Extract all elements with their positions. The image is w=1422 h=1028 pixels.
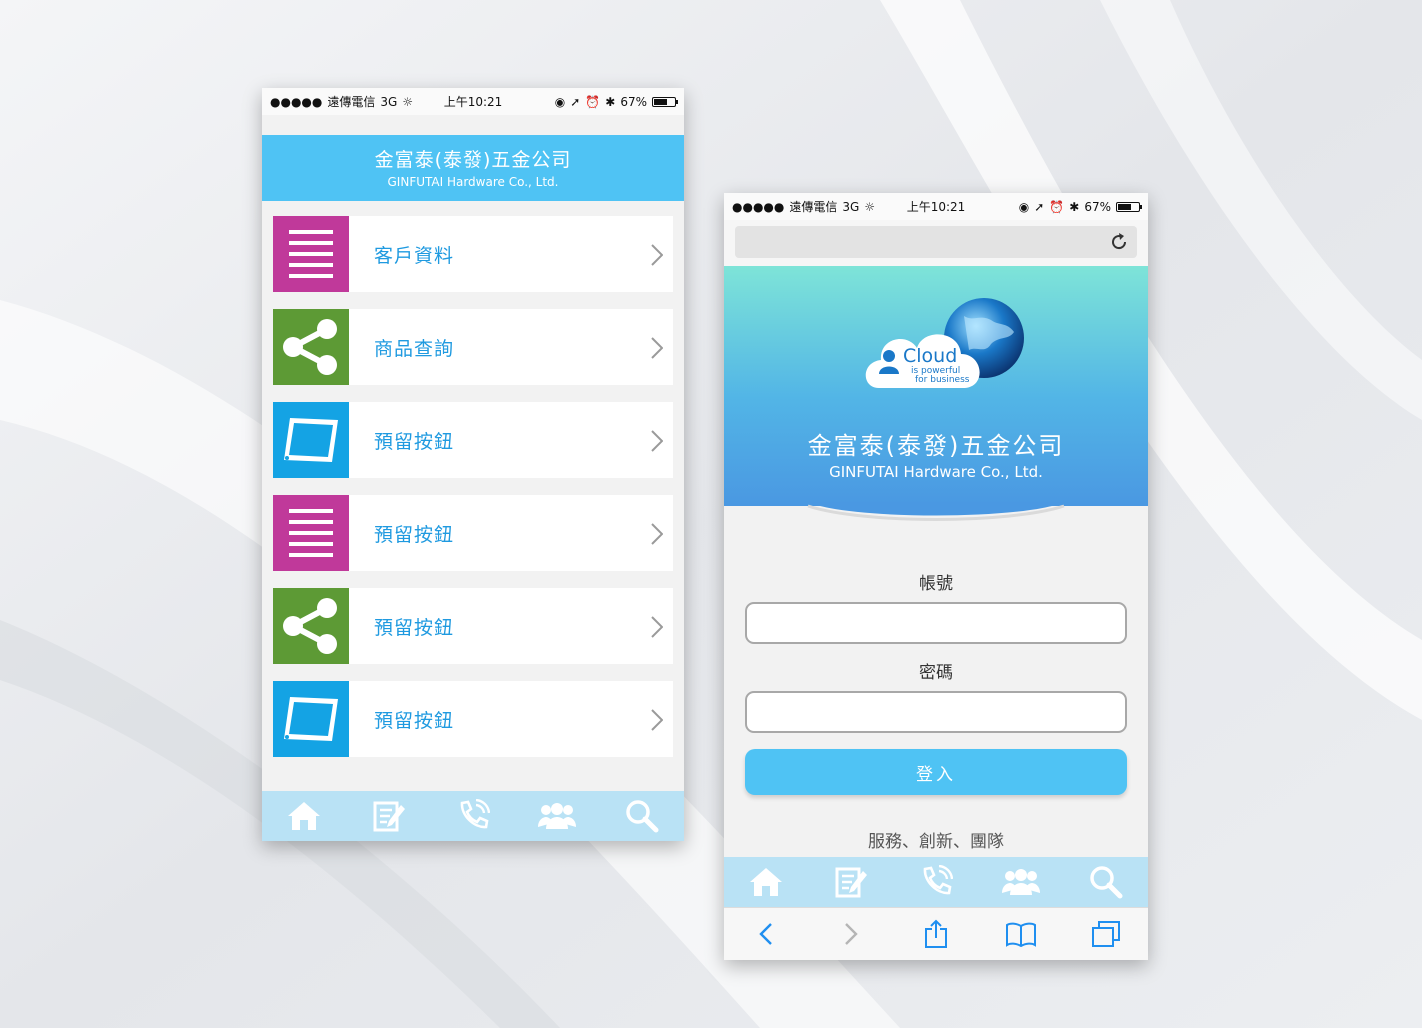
- carrier-name: 遠傳電信: [327, 95, 376, 109]
- phone-icon[interactable]: [916, 862, 956, 902]
- app-title-zh: 金富泰(泰發)五金公司: [374, 149, 572, 171]
- menu-item-label: 商品查詢: [374, 337, 455, 360]
- logo-word: Cloud: [903, 345, 957, 367]
- login-hero: Cloud is powerful for business 金富泰(泰發)五金…: [724, 266, 1148, 521]
- search-icon[interactable]: [1086, 862, 1126, 902]
- battery-percent: 67%: [620, 94, 647, 109]
- account-label: 帳號: [919, 574, 953, 594]
- logo-line2: for business: [915, 375, 970, 385]
- address-bar[interactable]: [735, 226, 1137, 258]
- status-bar: ●●●●● 遠傳電信 3G ☼ 上午10:21 ◉ ➚ ⏰ ✱ 67%: [262, 88, 684, 115]
- bluetooth-icon: ✱: [1069, 199, 1080, 214]
- network-type: 3G: [380, 94, 398, 109]
- status-time: 上午10:21: [906, 200, 966, 214]
- activity-icon: ☼: [864, 199, 876, 214]
- home-icon[interactable]: [284, 796, 324, 836]
- users-icon[interactable]: [1001, 862, 1041, 902]
- menu-item-customer-data[interactable]: 客戶資料: [273, 216, 673, 292]
- left-phone-screen: ●●●●● 遠傳電信 3G ☼ 上午10:21 ◉ ➚ ⏰ ✱ 67% 金富泰(…: [262, 88, 684, 841]
- app-title-banner: 金富泰(泰發)五金公司 GINFUTAI Hardware Co., Ltd.: [262, 135, 684, 201]
- tabs-icon[interactable]: [1088, 916, 1124, 952]
- alarm-icon: ⏰: [585, 94, 601, 109]
- menu-item-label: 預留按鈕: [374, 430, 455, 453]
- chevron-right-icon: [651, 244, 663, 266]
- background: [0, 0, 1422, 1028]
- battery-percent: 67%: [1084, 199, 1111, 214]
- phone-icon[interactable]: [453, 796, 493, 836]
- menu-item-label: 預留按鈕: [374, 616, 455, 639]
- login-form: 帳號 密碼 登入 服務、創新、團隊: [724, 506, 1148, 852]
- chevron-right-icon: [651, 709, 663, 731]
- tablet-icon: [273, 681, 349, 757]
- tablet-icon: [273, 402, 349, 478]
- activity-icon: ☼: [402, 94, 414, 109]
- lock-rotation-icon: ◉: [1018, 199, 1030, 214]
- chevron-right-icon: [651, 430, 663, 452]
- chevron-right-icon: [651, 523, 663, 545]
- battery-icon: [1116, 201, 1142, 212]
- list-icon: [273, 216, 349, 292]
- main-menu: 客戶資料 商品查詢 預留按鈕 預留按鈕 預留按鈕 預留按鈕: [262, 201, 684, 757]
- list-icon: [273, 495, 349, 571]
- right-phone-screen: ●●●●● 遠傳電信 3G ☼ 上午10:21 ◉ ➚ ⏰ ✱ 67% Clou…: [724, 193, 1148, 960]
- slogan-text: 服務、創新、團隊: [868, 832, 1004, 852]
- menu-item-label: 預留按鈕: [374, 709, 455, 732]
- login-button[interactable]: 登入: [745, 749, 1127, 795]
- location-icon: ➚: [570, 94, 581, 109]
- menu-item-reserved-1[interactable]: 預留按鈕: [273, 402, 673, 478]
- location-icon: ➚: [1034, 199, 1045, 214]
- menu-item-reserved-3[interactable]: 預留按鈕: [273, 588, 673, 664]
- battery-icon: [652, 96, 678, 107]
- account-input[interactable]: [745, 602, 1127, 644]
- chevron-right-icon: [651, 616, 663, 638]
- menu-item-label: 預留按鈕: [374, 523, 455, 546]
- menu-item-reserved-4[interactable]: 預留按鈕: [273, 681, 673, 757]
- company-title-zh: 金富泰(泰發)五金公司: [807, 432, 1065, 460]
- app-title-en: GINFUTAI Hardware Co., Ltd.: [387, 175, 559, 189]
- hero-curve: [724, 502, 1148, 521]
- signal-dots-icon: ●●●●●: [732, 199, 785, 214]
- bottom-tab-bar: [262, 791, 684, 841]
- edit-icon[interactable]: [369, 796, 409, 836]
- share-icon: [273, 309, 349, 385]
- search-icon[interactable]: [622, 796, 662, 836]
- home-icon[interactable]: [746, 862, 786, 902]
- share-sheet-icon[interactable]: [918, 916, 954, 952]
- back-icon[interactable]: [748, 916, 784, 952]
- cloud-logo: Cloud is powerful for business: [865, 298, 1024, 388]
- status-bar: ●●●●● 遠傳電信 3G ☼ 上午10:21 ◉ ➚ ⏰ ✱ 67%: [724, 193, 1148, 220]
- status-time: 上午10:21: [443, 95, 503, 109]
- share-icon: [273, 588, 349, 664]
- menu-item-label: 客戶資料: [374, 244, 455, 267]
- menu-item-reserved-2[interactable]: 預留按鈕: [273, 495, 673, 571]
- lock-rotation-icon: ◉: [554, 94, 566, 109]
- forward-icon[interactable]: [833, 916, 869, 952]
- password-label: 密碼: [919, 663, 953, 683]
- reload-icon[interactable]: [1109, 232, 1129, 252]
- network-type: 3G: [842, 199, 860, 214]
- menu-item-product-query[interactable]: 商品查詢: [273, 309, 673, 385]
- browser-toolbar: [724, 907, 1148, 960]
- browser-address-area: [724, 220, 1148, 266]
- users-icon[interactable]: [537, 796, 577, 836]
- bookmarks-icon[interactable]: [1003, 916, 1039, 952]
- bluetooth-icon: ✱: [605, 94, 616, 109]
- alarm-icon: ⏰: [1049, 199, 1065, 214]
- edit-icon[interactable]: [831, 862, 871, 902]
- company-title-en: GINFUTAI Hardware Co., Ltd.: [829, 463, 1043, 481]
- bottom-tab-bar: [724, 857, 1148, 907]
- password-input[interactable]: [745, 691, 1127, 733]
- chevron-right-icon: [651, 337, 663, 359]
- carrier-name: 遠傳電信: [789, 200, 838, 214]
- signal-dots-icon: ●●●●●: [270, 94, 323, 109]
